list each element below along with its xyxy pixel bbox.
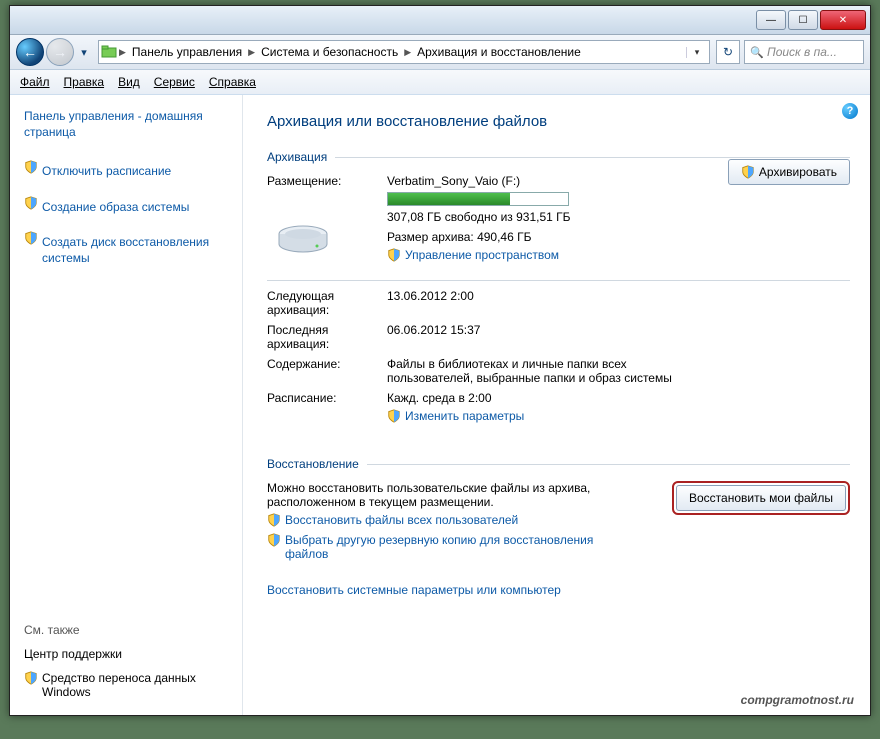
manage-space-link[interactable]: Управление пространством — [405, 248, 559, 262]
chevron-right-icon: ▶ — [246, 47, 257, 58]
chevron-right-icon: ▶ — [402, 47, 413, 58]
restore-system-link[interactable]: Восстановить системные параметры или ком… — [267, 583, 561, 597]
search-icon: 🔍 — [749, 44, 765, 60]
titlebar: — ☐ ✕ — [10, 6, 870, 35]
shield-icon — [267, 533, 281, 547]
maximize-button[interactable]: ☐ — [788, 10, 818, 30]
breadcrumb-3[interactable]: Архивация и восстановление — [413, 45, 585, 59]
window: — ☐ ✕ ← → ▾ ▶ Панель управления ▶ Систем… — [9, 5, 871, 716]
sidebar-easy-transfer[interactable]: Средство переноса данных Windows — [42, 671, 234, 699]
restore-section-header: Восстановление — [267, 457, 850, 471]
search-placeholder: Поиск в па... — [767, 45, 837, 59]
address-dropdown-icon[interactable]: ▾ — [686, 47, 707, 58]
schedule-value: Кажд. среда в 2:00 — [387, 391, 850, 405]
last-backup-label: Последняя архивация: — [267, 323, 387, 351]
navbar: ← → ▾ ▶ Панель управления ▶ Система и бе… — [10, 35, 870, 70]
menu-service[interactable]: Сервис — [154, 75, 195, 89]
search-input[interactable]: 🔍 Поиск в па... — [744, 40, 864, 64]
archive-button[interactable]: Архивировать — [728, 159, 850, 185]
sidebar-support-center[interactable]: Центр поддержки — [24, 647, 234, 661]
shield-icon — [267, 513, 281, 527]
shield-icon — [24, 196, 38, 210]
breadcrumb-1[interactable]: Панель управления — [128, 45, 246, 59]
next-backup-value: 13.06.2012 2:00 — [387, 289, 850, 317]
content-value: Файлы в библиотеках и личные папки всех … — [387, 357, 687, 385]
folder-icon — [101, 44, 117, 60]
restore-other-backup-link[interactable]: Выбрать другую резервную копию для восст… — [285, 533, 605, 561]
chevron-right-icon: ▶ — [117, 47, 128, 58]
help-icon[interactable]: ? — [842, 103, 858, 119]
restore-all-users-link[interactable]: Восстановить файлы всех пользователей — [285, 513, 518, 527]
menu-edit[interactable]: Правка — [64, 75, 105, 89]
next-backup-label: Следующая архивация: — [267, 289, 387, 317]
content-label: Содержание: — [267, 357, 387, 385]
restore-description: Можно восстановить пользовательские файл… — [267, 481, 662, 509]
shield-icon — [24, 671, 38, 685]
menu-file[interactable]: Файл — [20, 75, 50, 89]
sidebar-home-link[interactable]: Панель управления - домашняя страница — [24, 109, 234, 140]
menu-help[interactable]: Справка — [209, 75, 256, 89]
forward-button[interactable]: → — [46, 38, 74, 66]
watermark: compgramotnost.ru — [741, 693, 854, 707]
body: Панель управления - домашняя страница От… — [10, 95, 870, 715]
content: ? Архивация или восстановление файлов Ар… — [243, 95, 870, 715]
menubar: Файл Правка Вид Сервис Справка — [10, 70, 870, 95]
address-bar[interactable]: ▶ Панель управления ▶ Система и безопасн… — [98, 40, 710, 64]
sidebar: Панель управления - домашняя страница От… — [10, 95, 243, 715]
sidebar-see-also: См. также — [24, 623, 234, 637]
shield-icon — [387, 409, 401, 423]
shield-icon — [24, 231, 38, 245]
close-button[interactable]: ✕ — [820, 10, 866, 30]
page-title: Архивация или восстановление файлов — [267, 113, 850, 130]
drive-icon — [277, 222, 329, 256]
history-dropdown-icon[interactable]: ▾ — [76, 44, 92, 60]
shield-icon — [387, 248, 401, 262]
sidebar-create-image[interactable]: Создание образа системы — [42, 200, 189, 216]
restore-my-files-button[interactable]: Восстановить мои файлы — [676, 485, 846, 511]
shield-icon — [741, 165, 755, 179]
back-button[interactable]: ← — [16, 38, 44, 66]
sidebar-disable-schedule[interactable]: Отключить расписание — [42, 164, 171, 180]
disk-usage-bar — [387, 192, 569, 206]
minimize-button[interactable]: — — [756, 10, 786, 30]
restore-my-files-highlight: Восстановить мои файлы — [672, 481, 850, 515]
menu-view[interactable]: Вид — [118, 75, 140, 89]
free-space-text: 307,08 ГБ свободно из 931,51 ГБ — [387, 210, 850, 224]
breadcrumb-2[interactable]: Система и безопасность — [257, 45, 402, 59]
archive-size-text: Размер архива: 490,46 ГБ — [387, 230, 850, 244]
sidebar-create-recovery-disk[interactable]: Создать диск восстановления системы — [42, 235, 234, 266]
refresh-button[interactable]: ↻ — [716, 40, 740, 64]
last-backup-value: 06.06.2012 15:37 — [387, 323, 850, 351]
schedule-label: Расписание: — [267, 391, 387, 429]
change-parameters-link[interactable]: Изменить параметры — [405, 409, 524, 423]
shield-icon — [24, 160, 38, 174]
